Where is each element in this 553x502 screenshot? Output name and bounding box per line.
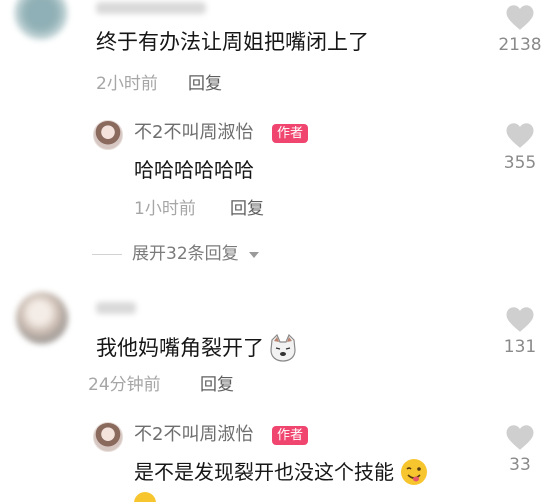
- like-button[interactable]: 355: [494, 122, 546, 172]
- reply-text-row: 是不是发现裂开也没这个技能: [134, 458, 428, 486]
- divider: [92, 254, 122, 255]
- emoji-partial: [134, 492, 156, 502]
- like-count: 2138: [498, 35, 542, 55]
- commenter-avatar[interactable]: [14, 0, 68, 40]
- comment-text-row: 我他妈嘴角裂开了: [96, 334, 298, 362]
- author-avatar[interactable]: [93, 422, 123, 452]
- heart-icon: [506, 307, 534, 332]
- cat-face-emoji: [270, 334, 296, 362]
- comment-text: 终于有办法让周姐把嘴闭上了: [96, 30, 369, 54]
- commenter-avatar[interactable]: [16, 292, 68, 344]
- comment-time: 2小时前: [96, 74, 158, 94]
- comment-time: 24分钟前: [88, 375, 161, 395]
- reply-text: 哈哈哈哈哈哈: [134, 158, 254, 182]
- author-badge: 作者: [272, 426, 309, 445]
- expand-replies[interactable]: 展开32条回复: [92, 246, 259, 263]
- like-button[interactable]: 33: [494, 424, 546, 474]
- comment-text: 我他妈嘴角裂开了: [96, 335, 264, 360]
- reply-button[interactable]: 回复: [230, 201, 264, 218]
- reply-button[interactable]: 回复: [188, 76, 222, 93]
- like-button[interactable]: 2138: [494, 4, 546, 54]
- heart-icon: [506, 123, 534, 148]
- heart-icon: [506, 5, 534, 30]
- like-count: 355: [503, 153, 537, 173]
- heart-icon: [506, 425, 534, 450]
- reply-button[interactable]: 回复: [200, 377, 234, 394]
- commenter-name[interactable]: [96, 2, 206, 14]
- author-badge: 作者: [272, 124, 309, 143]
- reply-time: 1小时前: [134, 199, 196, 219]
- author-name[interactable]: 不2不叫周淑怡: [134, 426, 253, 444]
- author-avatar[interactable]: [93, 120, 123, 150]
- author-name[interactable]: 不2不叫周淑怡: [134, 124, 253, 142]
- like-button[interactable]: 131: [494, 306, 546, 356]
- like-count: 131: [503, 337, 537, 357]
- chevron-down-icon: [248, 251, 259, 258]
- like-count: 33: [509, 455, 531, 475]
- expand-replies-label: 展开32条回复: [132, 244, 239, 264]
- reply-text: 是不是发现裂开也没这个技能: [134, 460, 394, 484]
- winking-tongue-face-emoji: [401, 459, 427, 485]
- commenter-name[interactable]: [96, 302, 136, 314]
